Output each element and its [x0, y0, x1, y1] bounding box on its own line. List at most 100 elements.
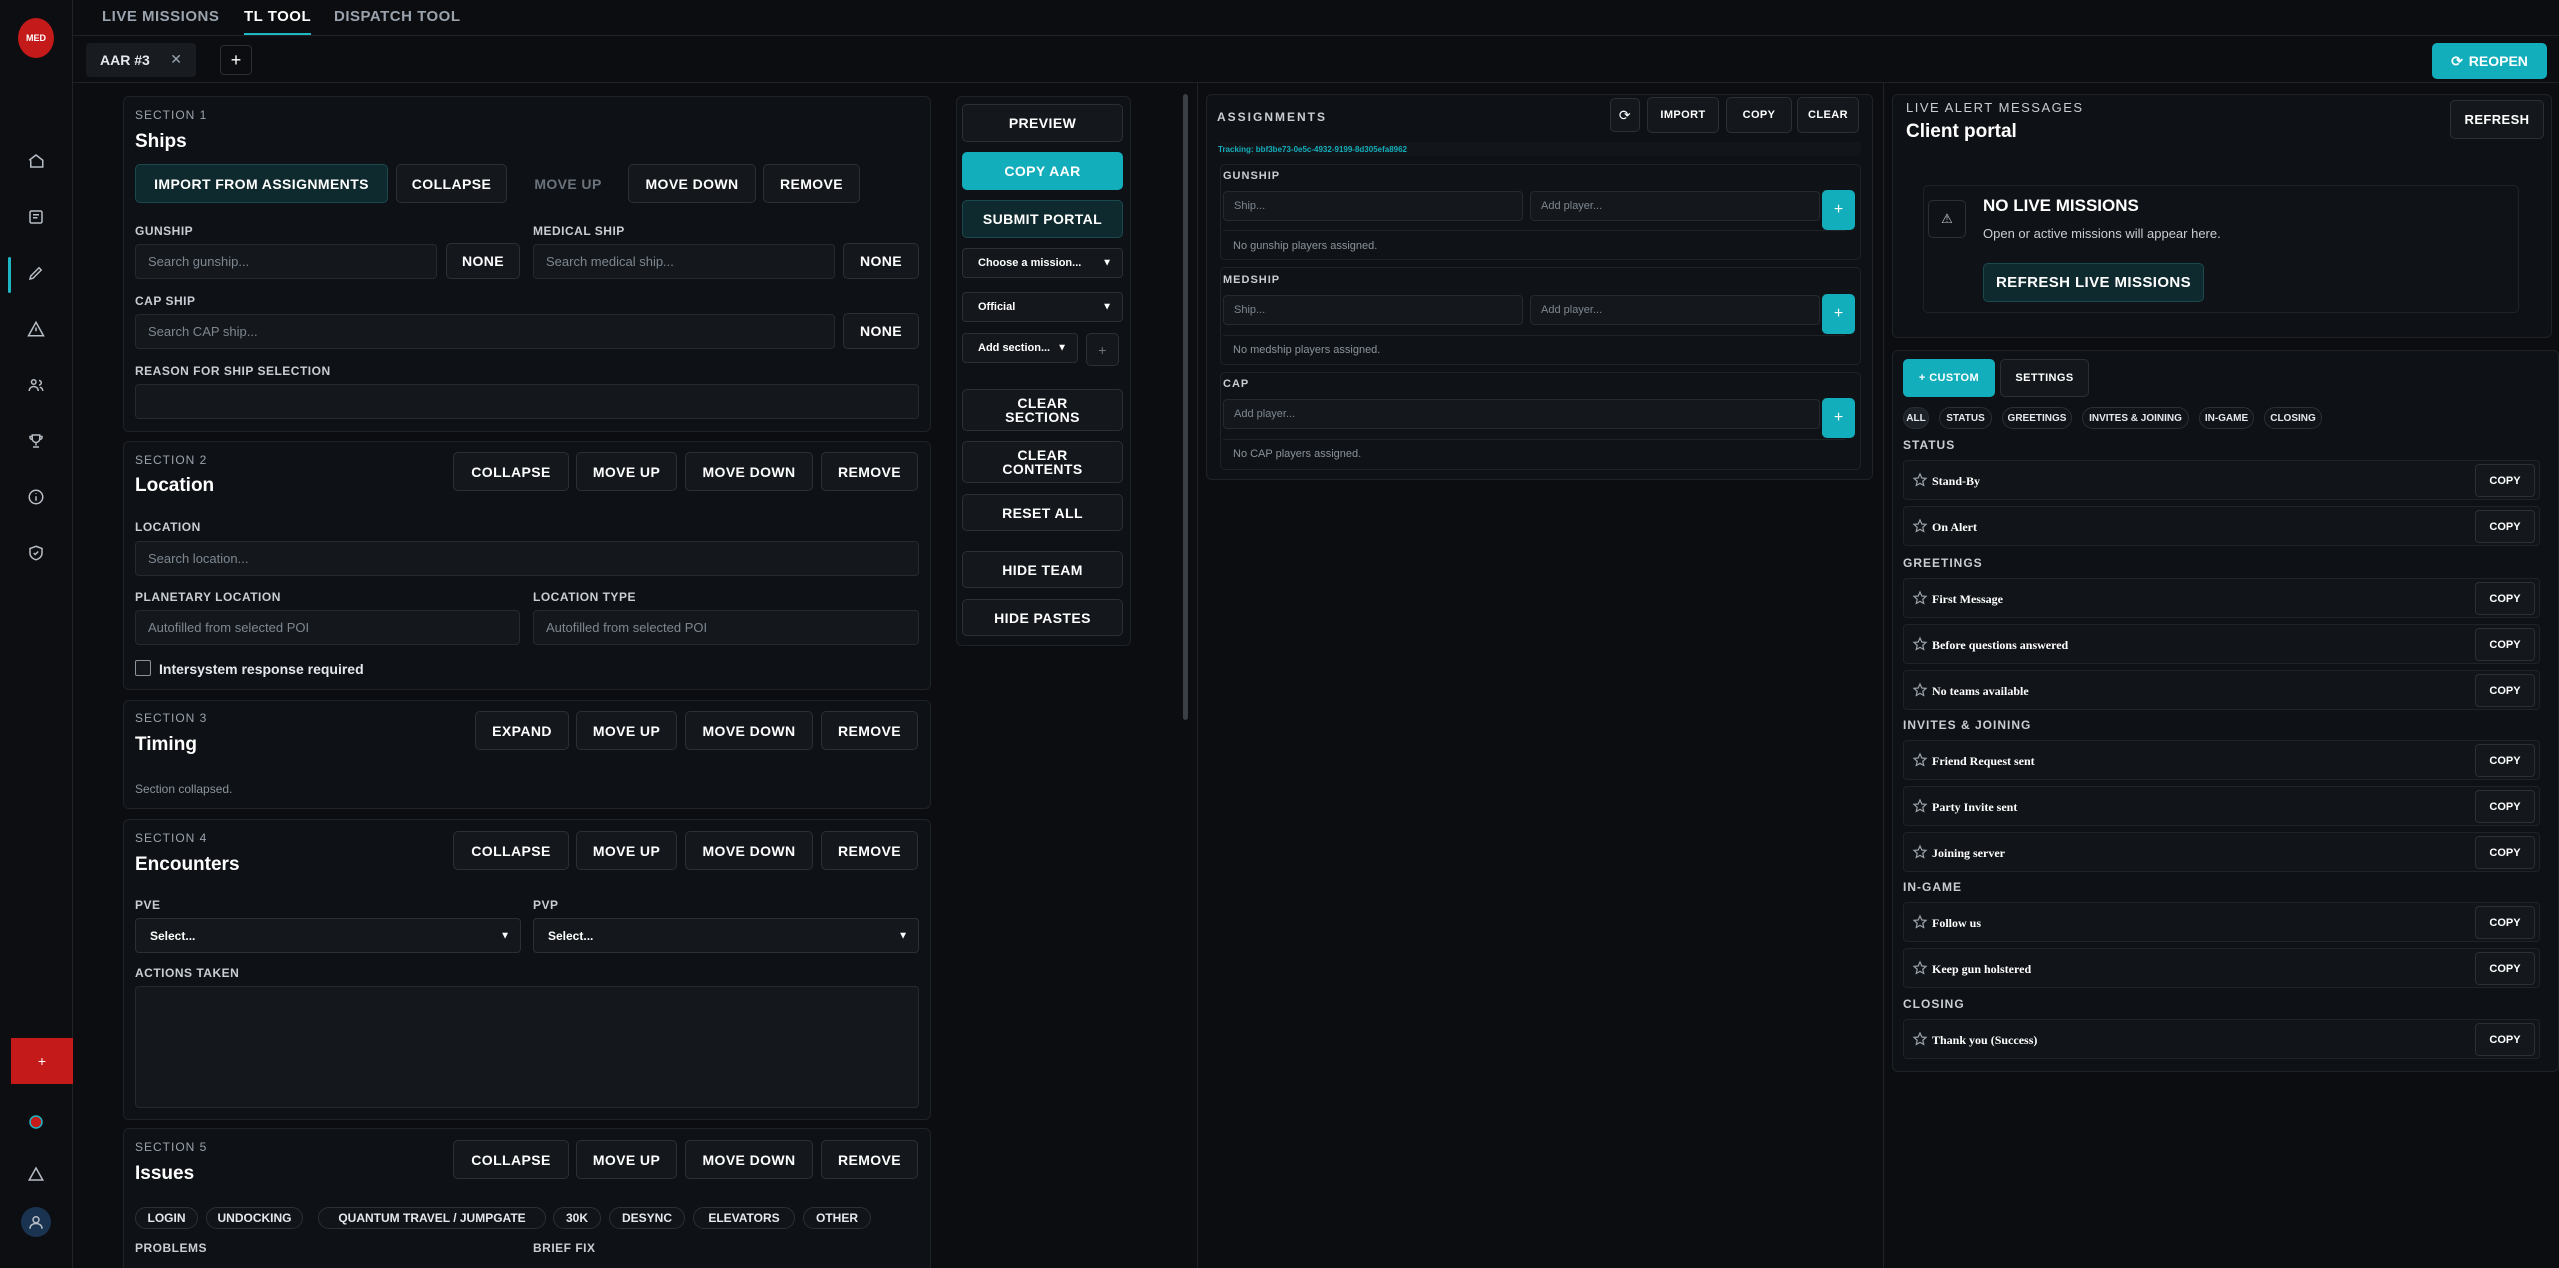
copy-message-button[interactable]: COPY [2475, 674, 2535, 707]
home-icon[interactable] [24, 149, 48, 173]
star-icon[interactable] [1912, 914, 1928, 930]
move-down-button[interactable]: MOVE DOWN [628, 164, 756, 203]
preview-button[interactable]: PREVIEW [962, 104, 1123, 142]
copy-message-button[interactable]: COPY [2475, 1023, 2535, 1056]
issue-chip-other[interactable]: OTHER [803, 1207, 871, 1229]
filter-chip[interactable]: ALL [1903, 407, 1929, 429]
message-row[interactable]: Friend Request sent COPY [1903, 740, 2540, 780]
scrollbar[interactable] [1183, 94, 1188, 720]
move-up-button[interactable]: MOVE UP [576, 711, 677, 750]
shield-icon[interactable] [24, 541, 48, 565]
issue-chip-login[interactable]: LOGIN [135, 1207, 198, 1229]
tab-tl-tool[interactable]: TL TOOL [244, 8, 312, 35]
copy-message-button[interactable]: COPY [2475, 582, 2535, 615]
assignments-import-button[interactable]: IMPORT [1647, 97, 1719, 133]
location-search-input[interactable]: Search location... [135, 541, 919, 576]
message-row[interactable]: Thank you (Success) COPY [1903, 1019, 2540, 1059]
cap-player-input[interactable]: Add player... [1223, 399, 1820, 429]
remove-button[interactable]: REMOVE [821, 831, 918, 870]
refresh-alerts-button[interactable]: REFRESH [2450, 100, 2544, 139]
star-icon[interactable] [1912, 798, 1928, 814]
star-icon[interactable] [1912, 844, 1928, 860]
move-up-button[interactable]: MOVE UP [576, 452, 677, 491]
expand-button[interactable]: EXPAND [475, 711, 569, 750]
collapse-button[interactable]: COLLAPSE [453, 452, 569, 491]
avatar[interactable] [21, 1207, 51, 1237]
app-logo[interactable]: MED [18, 18, 54, 58]
intersystem-checkbox[interactable] [135, 660, 151, 676]
official-select[interactable]: Official ▼ [962, 292, 1123, 322]
message-row[interactable]: Keep gun holstered COPY [1903, 948, 2540, 988]
star-icon[interactable] [1912, 636, 1928, 652]
copy-message-button[interactable]: COPY [2475, 628, 2535, 661]
move-down-button[interactable]: MOVE DOWN [685, 1140, 813, 1179]
pve-select[interactable]: Select... ▼ [135, 918, 521, 953]
move-up-button[interactable]: MOVE UP [515, 164, 621, 203]
issue-chip-desync[interactable]: DESYNC [609, 1207, 685, 1229]
copy-message-button[interactable]: COPY [2475, 464, 2535, 497]
location-type-input[interactable]: Autofilled from selected POI [533, 610, 919, 645]
custom-button[interactable]: + CUSTOM [1903, 359, 1995, 397]
trophy-icon[interactable] [24, 429, 48, 453]
message-row[interactable]: On Alert COPY [1903, 506, 2540, 546]
status-orb-icon[interactable] [24, 1110, 48, 1134]
hide-pastes-button[interactable]: HIDE PASTES [962, 599, 1123, 636]
medship-player-input[interactable]: Add player... [1530, 295, 1820, 325]
warning-icon[interactable] [24, 317, 48, 341]
move-down-button[interactable]: MOVE DOWN [685, 711, 813, 750]
copy-message-button[interactable]: COPY [2475, 744, 2535, 777]
medical-none-button[interactable]: NONE [843, 243, 919, 279]
close-icon[interactable]: ✕ [170, 51, 182, 68]
add-section-button[interactable]: + [1086, 333, 1119, 366]
clear-sections-button[interactable]: CLEAR SECTIONS [962, 389, 1123, 431]
star-icon[interactable] [1912, 590, 1928, 606]
star-icon[interactable] [1912, 682, 1928, 698]
import-from-assignments-button[interactable]: IMPORT FROM ASSIGNMENTS [135, 164, 388, 203]
star-icon[interactable] [1912, 1031, 1928, 1047]
filter-chip[interactable]: GREETINGS [2002, 407, 2072, 429]
users-icon[interactable] [24, 373, 48, 397]
gunship-search-input[interactable]: Search gunship... [135, 244, 437, 279]
star-icon[interactable] [1912, 960, 1928, 976]
copy-message-button[interactable]: COPY [2475, 952, 2535, 985]
remove-button[interactable]: REMOVE [821, 711, 918, 750]
info-icon[interactable] [24, 485, 48, 509]
reset-all-button[interactable]: RESET ALL [962, 494, 1123, 531]
reopen-button[interactable]: ⟳ REOPEN [2432, 43, 2547, 79]
medship-ship-input[interactable]: Ship... [1223, 295, 1523, 325]
copy-message-button[interactable]: COPY [2475, 906, 2535, 939]
assignments-copy-button[interactable]: COPY [1726, 97, 1792, 133]
star-icon[interactable] [1912, 472, 1928, 488]
add-section-select[interactable]: Add section... ▼ [962, 333, 1078, 363]
message-row[interactable]: Before questions answered COPY [1903, 624, 2540, 664]
collapse-button[interactable]: COLLAPSE [453, 831, 569, 870]
remove-button[interactable]: REMOVE [821, 452, 918, 491]
filter-chip[interactable]: STATUS [1939, 407, 1992, 429]
medical-ship-search-input[interactable]: Search medical ship... [533, 244, 835, 279]
pencil-icon[interactable] [24, 261, 48, 285]
actions-taken-textarea[interactable] [135, 986, 919, 1108]
reason-input[interactable] [135, 384, 919, 419]
message-row[interactable]: Party Invite sent COPY [1903, 786, 2540, 826]
issue-chip-30k[interactable]: 30K [553, 1207, 601, 1229]
copy-message-button[interactable]: COPY [2475, 510, 2535, 543]
remove-button[interactable]: REMOVE [821, 1140, 918, 1179]
cap-ship-search-input[interactable]: Search CAP ship... [135, 314, 835, 349]
issue-chip-undocking[interactable]: UNDOCKING [206, 1207, 303, 1229]
mission-select[interactable]: Choose a mission... ▼ [962, 248, 1123, 278]
star-icon[interactable] [1912, 518, 1928, 534]
gunship-none-button[interactable]: NONE [446, 243, 520, 279]
filter-chip[interactable]: CLOSING [2264, 407, 2322, 429]
move-down-button[interactable]: MOVE DOWN [685, 452, 813, 491]
message-row[interactable]: Stand-By COPY [1903, 460, 2540, 500]
message-row[interactable]: Joining server COPY [1903, 832, 2540, 872]
add-button[interactable]: + [11, 1038, 73, 1084]
hide-team-button[interactable]: HIDE TEAM [962, 551, 1123, 588]
clear-contents-button[interactable]: CLEAR CONTENTS [962, 441, 1123, 483]
alert-icon[interactable] [24, 1162, 48, 1186]
collapse-button[interactable]: COLLAPSE [453, 1140, 569, 1179]
submit-portal-button[interactable]: SUBMIT PORTAL [962, 200, 1123, 238]
settings-button[interactable]: SETTINGS [2000, 359, 2089, 397]
move-up-button[interactable]: MOVE UP [576, 1140, 677, 1179]
copy-aar-button[interactable]: COPY AAR [962, 152, 1123, 190]
